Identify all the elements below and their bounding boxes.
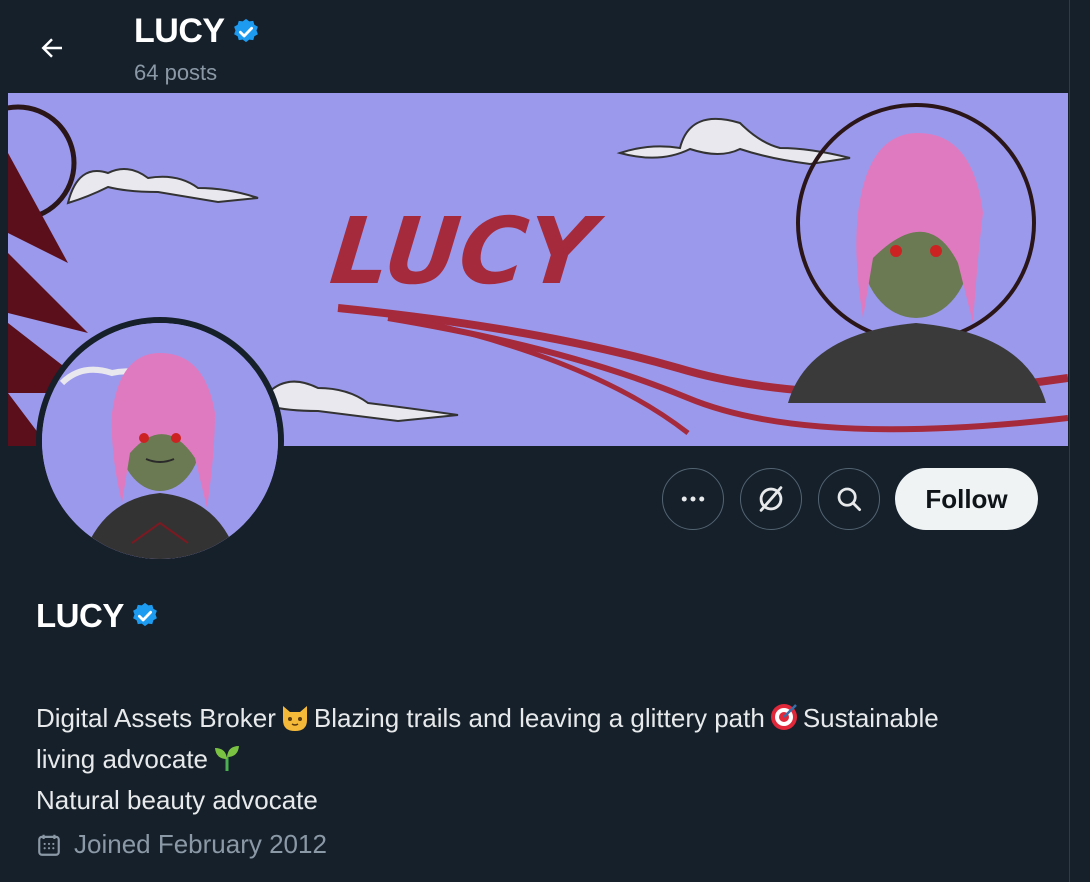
more-horizontal-icon [681, 496, 705, 502]
header-title: LUCY [134, 12, 225, 50]
back-button[interactable] [28, 24, 76, 72]
calendar-icon [38, 834, 60, 856]
profile-avatar[interactable] [36, 317, 284, 565]
follow-button[interactable]: Follow [895, 468, 1038, 530]
bio-text-a: Digital Assets Broker [36, 703, 276, 733]
bio-line-2: living advocate [36, 741, 1036, 782]
bio-line-3: Natural beauty advocate [36, 785, 318, 815]
more-button[interactable] [662, 468, 724, 530]
verified-badge-icon[interactable] [130, 601, 160, 631]
window-edge [1069, 0, 1090, 882]
avatar-image [42, 323, 278, 559]
profile-bio: Digital Assets Broker Blazing trails and … [36, 700, 1036, 818]
direct-hit-emoji [769, 702, 799, 741]
header-title-row: LUCY [134, 12, 261, 51]
profile-name-row: LUCY [36, 597, 160, 635]
banner-logo-text: LUCY [326, 197, 608, 305]
bio-text-b: Blazing trails and leaving a glittery pa… [313, 703, 765, 733]
circle-slash-icon [759, 486, 783, 512]
profile-header: LUCY 64 posts [0, 0, 1070, 92]
bio-text-c: Sustainable [802, 703, 939, 733]
bio-text-d: living advocate [36, 744, 208, 774]
seedling-emoji [212, 743, 242, 782]
joined-text: Joined February 2012 [74, 829, 327, 859]
arrow-left-icon [41, 38, 62, 58]
cat-face-emoji [280, 704, 310, 741]
search-button[interactable] [818, 468, 880, 530]
verified-badge-icon[interactable] [231, 17, 261, 47]
bio-line-1: Digital Assets Broker Blazing trails and … [36, 700, 1036, 741]
grok-button[interactable] [740, 468, 802, 530]
search-icon [837, 487, 861, 511]
post-count: 64 posts [134, 60, 218, 85]
joined-date: Joined February 2012 [36, 829, 327, 860]
display-name: LUCY [36, 597, 124, 634]
